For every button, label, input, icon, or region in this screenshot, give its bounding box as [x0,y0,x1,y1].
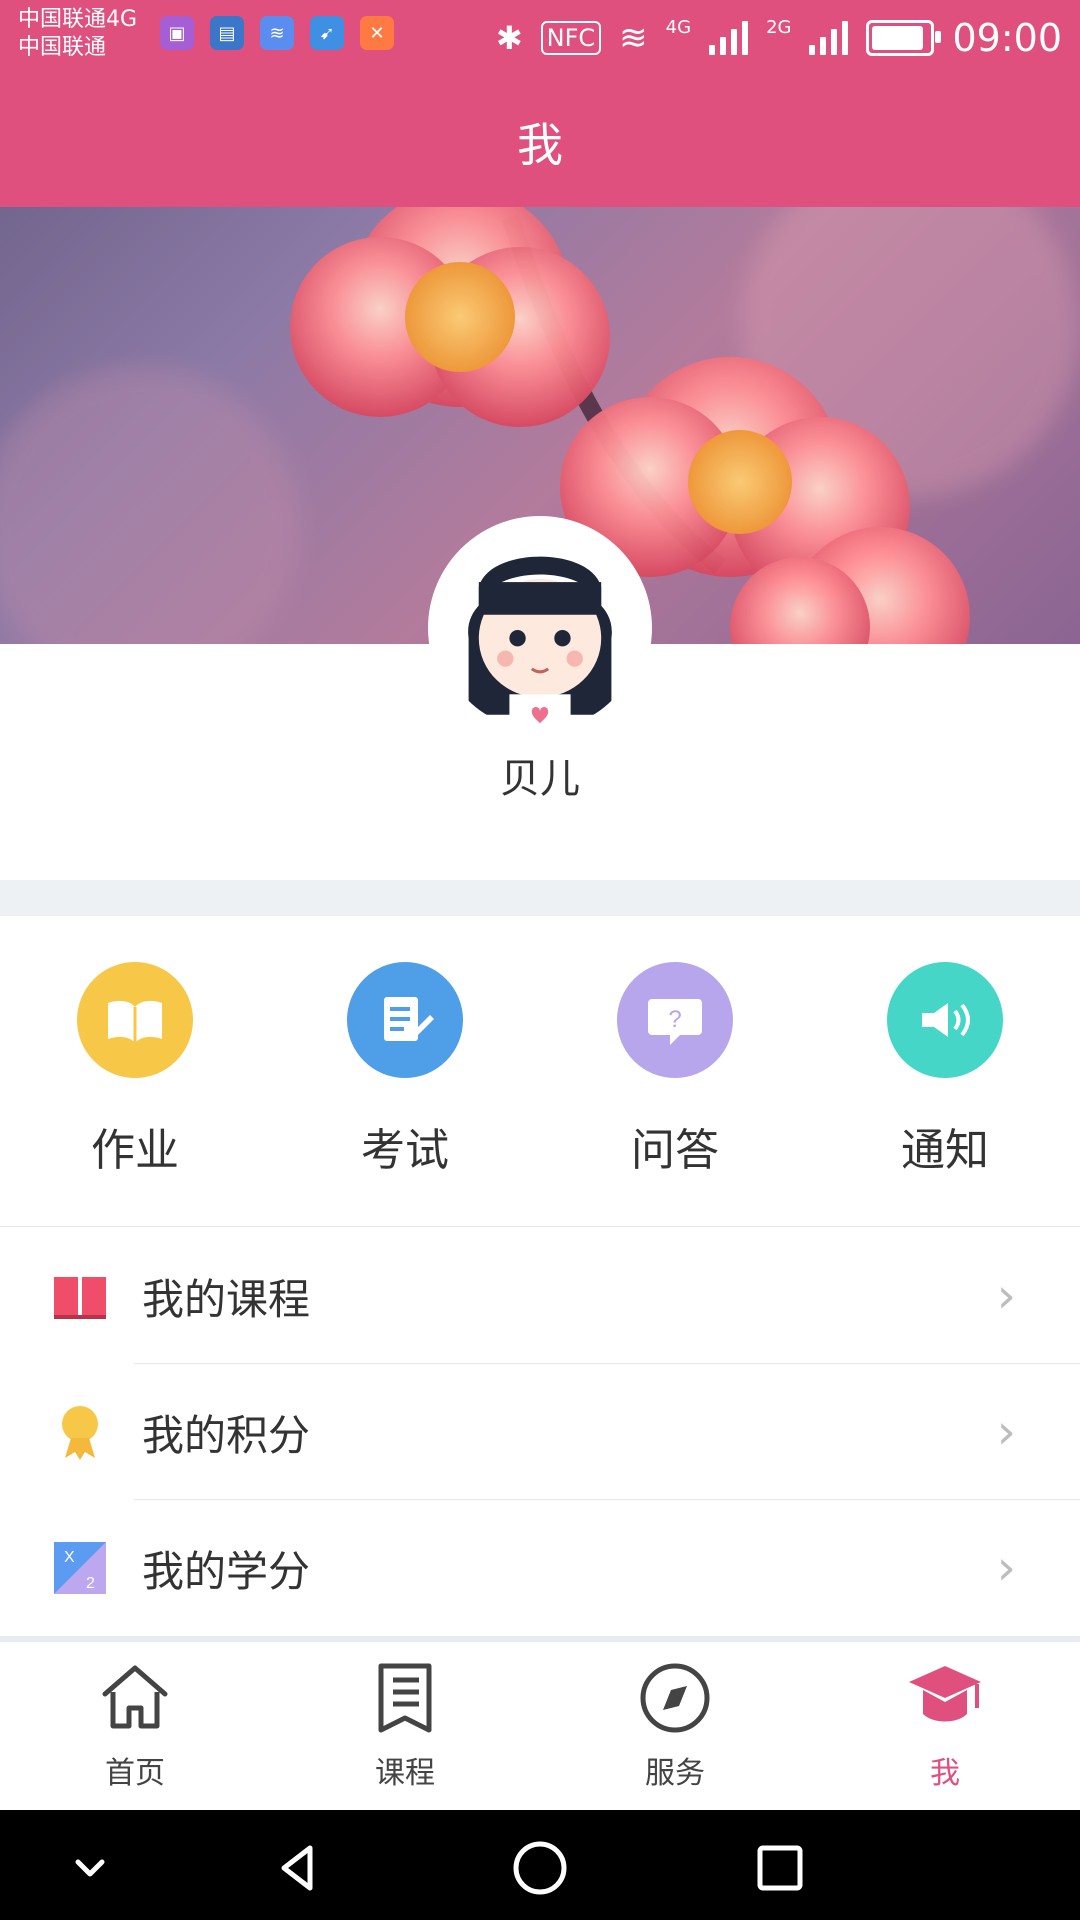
home-icon [102,1665,168,1729]
home-button[interactable] [510,1838,570,1898]
chevron-right-icon: › [996,1540,1016,1596]
carrier-top: 中国联通4G [18,7,138,32]
status-right: ✱ NFC ≋ 4G 2G 09:00 [496,10,1062,66]
bird-notification-icon: ➹ [310,16,344,50]
notification-icons: ▣ ▤ ≋ ➹ ✕ [160,16,394,50]
tab-label: 我 [930,1756,960,1791]
graduation-cap-icon [909,1666,981,1722]
bluetooth-icon: ✱ [495,19,523,57]
signal-icon-2 [809,21,849,55]
nfc-icon: NFC [540,21,602,55]
quick-action-label: 作业 [91,1125,179,1176]
carrier-bottom: 中国联通 [18,35,107,60]
exam-icon [347,962,463,1078]
tab-label: 首页 [105,1756,165,1791]
compass-icon [640,1663,710,1733]
battery-fill [872,26,923,50]
wifi-icon: ≋ [619,18,648,58]
quick-action-label: 通知 [901,1125,989,1176]
menu-item-my-credits[interactable]: X 2 我的学分 › [0,1500,1080,1636]
gallery-notification-icon: ▣ [160,16,194,50]
medal-icon-svg [62,1406,98,1460]
speaker-icon-svg [922,1003,970,1037]
app-notification-icon: ▤ [210,16,244,50]
quick-actions: 作业 考试 ? 问答 通知 [0,930,1080,1226]
tab-courses[interactable]: 课程 [270,1656,540,1806]
carrier-text: 中国联通4G 中国联通 [18,6,137,62]
tab-label: 课程 [375,1756,435,1791]
system-navigation-bar [0,1810,1080,1920]
quick-actions-separator [0,1226,1080,1227]
tab-label: 服务 [645,1756,705,1791]
section-divider [0,880,1080,916]
tool-notification-icon: ✕ [360,16,394,50]
svg-text:2: 2 [86,1575,95,1592]
bottom-navigation: 首页 课程 服务 我 [0,1642,1080,1810]
battery-icon [866,20,942,56]
menu-item-my-points[interactable]: 我的积分 › [0,1364,1080,1500]
book-icon [77,962,193,1078]
math-icon-svg: X 2 [54,1542,106,1594]
title-bar: 我 [0,76,1080,207]
network-4g: 4G [665,16,692,38]
svg-text:?: ? [668,1006,681,1033]
menu-item-label: 我的学分 [142,1546,311,1596]
quick-action-homework[interactable]: 作业 [0,962,270,1202]
svg-text:X: X [64,1549,75,1566]
recent-apps-button[interactable] [750,1838,810,1898]
menu-item-my-courses[interactable]: 我的课程 › [0,1228,1080,1364]
speaker-icon [887,962,1003,1078]
quick-action-qa[interactable]: ? 问答 [540,962,810,1202]
back-button[interactable] [270,1838,330,1898]
question-icon: ? [617,962,733,1078]
wifi-notification-icon: ≋ [260,16,294,50]
chevron-right-icon: › [996,1404,1016,1460]
network-2g: 2G [766,16,792,38]
tab-me[interactable]: 我 [810,1656,1080,1806]
quick-action-label: 问答 [631,1125,719,1176]
status-bar: 中国联通4G 中国联通 ▣ ▤ ≋ ➹ ✕ ✱ NFC ≋ 4G 2G 09:0… [0,0,1080,76]
exam-icon-svg [384,997,434,1041]
status-time: 09:00 [952,16,1062,60]
quick-action-label: 考试 [361,1125,449,1176]
page-title: 我 [517,117,563,172]
math-icon: X 2 [40,1540,120,1596]
course-book-icon [40,1271,120,1321]
medal-icon [40,1404,120,1460]
signal-icon-1 [709,21,749,55]
quick-action-notice[interactable]: 通知 [810,962,1080,1202]
menu-item-label: 我的课程 [142,1274,311,1324]
profile-name: 贝儿 [500,756,580,802]
tab-service[interactable]: 服务 [540,1656,810,1806]
question-icon-svg: ? [648,999,702,1045]
quick-action-exam[interactable]: 考试 [270,962,540,1202]
chevron-down-icon[interactable] [60,1838,120,1898]
profile-menu-list: 我的课程 › 我的积分 › X 2 我的学分 › [0,1228,1080,1636]
chevron-right-icon: › [996,1268,1016,1324]
menu-item-label: 我的积分 [142,1410,311,1460]
course-book-icon-svg [54,1277,106,1319]
avatar[interactable] [428,516,652,740]
avatar-illustration [438,526,642,730]
tab-home[interactable]: 首页 [0,1656,270,1806]
list-icon [378,1663,432,1733]
book-icon-svg [108,1000,162,1043]
